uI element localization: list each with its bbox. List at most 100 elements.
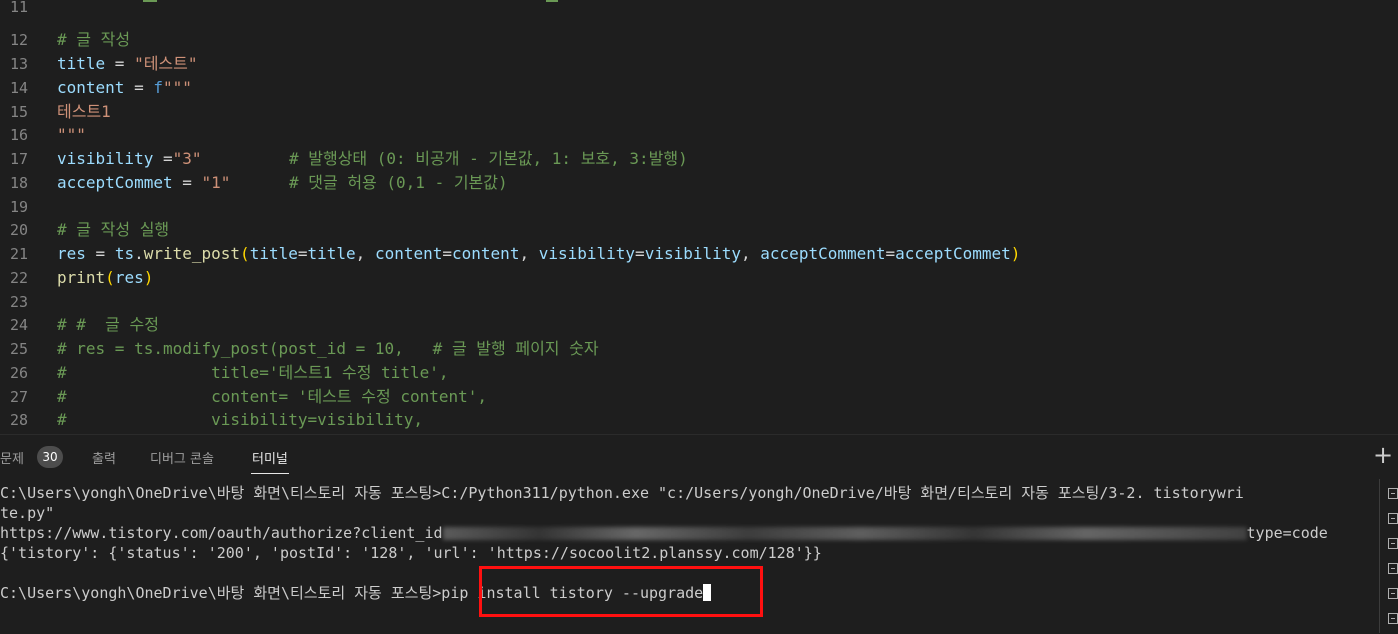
operator-token: = [297,244,308,263]
code-line-24: # # 글 수정 [57,315,159,334]
tab-problems[interactable]: 문제 [0,448,24,467]
code-editor[interactable]: 11 12 13 14 15 16 17 18 19 20 21 22 23 2… [0,0,1398,434]
terminal-prompt: C:\Users\yongh\OneDrive\바탕 화면\티스토리 자동 포스… [0,584,433,602]
function-token: print [57,268,106,287]
terminal-instance-icon[interactable] [1388,513,1398,524]
fstring-prefix-token: f [153,78,163,97]
line-number: 14 [9,79,28,97]
terminal-instance-icon[interactable] [1388,588,1398,599]
string-token: "3" [172,149,202,168]
paren-token: ( [105,268,115,287]
code-line-15: 테스트1 [57,102,111,121]
code-comment-18: # 댓글 허용 (0,1 - 기본값) [289,173,508,192]
code-line-21: res = ts.write_post(title=title, content… [57,242,1020,266]
variable-token: content [57,78,125,97]
line-number: 21 [9,245,28,263]
line-number: 12 [9,31,28,49]
terminal-output-line: https://www.tistory.com/oauth/authorize?… [0,523,1328,543]
tab-terminal[interactable]: 터미널 [251,448,289,474]
line-number: 17 [9,150,28,168]
variable-token: res [114,268,144,287]
code-line-20: # 글 작성 실행 [57,220,170,239]
string-token: "테스트" [134,54,198,73]
annotation-highlight-box [479,566,763,617]
code-line-28: # visibility=visibility, [57,410,424,429]
variable-token: title [57,54,106,73]
param-token: content [374,244,443,263]
code-line-22: print(res) [57,266,153,290]
redacted-client-id [442,527,1247,540]
variable-token: acceptCommet [895,244,1011,263]
code-line-12: # 글 작성 [57,30,131,49]
param-token: visibility [538,244,636,263]
auth-url-suffix: type=code [1246,524,1328,542]
variable-token: visibility [57,149,154,168]
string-token: "1" [201,173,231,192]
operator-token: = [153,149,173,168]
operator-token: , [741,244,761,263]
line-number: 22 [9,269,28,287]
code-line-14: content = f""" [57,76,192,100]
variable-token: content [452,244,520,263]
terminal-list-strip [1379,479,1398,633]
result-suffix: https://socoolit2.planssy.com/128'}} [496,544,822,562]
terminal-instance-icon[interactable] [1388,613,1398,624]
operator-token: = [105,54,135,73]
result-prefix: {'tistory': {'status': '200', 'postId': … [0,544,497,562]
line-number: 20 [9,221,28,239]
code-line-25: # res = ts.modify_post(post_id = 10, # 글… [57,339,599,358]
variable-token: ts [114,244,135,263]
operator-token: = [172,173,202,192]
line-number: 19 [9,198,28,216]
line-number: 16 [9,126,28,144]
line-number: 11 [9,0,28,16]
operator-token: , [519,244,539,263]
line-number: 18 [9,174,28,192]
terminal-output-line: te.py" [0,504,55,522]
code-line-18: acceptCommet = "1" [57,171,230,195]
string-token: """ [162,78,192,97]
line-number: 23 [9,293,28,311]
line-number: 24 [9,316,28,334]
param-token: title [249,244,298,263]
tab-debug-console[interactable]: 디버그 콘솔 [150,448,214,467]
variable-token: acceptCommet [57,173,173,192]
param-token: acceptComment [760,244,886,263]
variable-token: title [307,244,356,263]
code-line-13: title = "테스트" [57,52,198,76]
code-line-27: # content= '테스트 수정 content', [57,387,488,406]
line-number: 28 [9,411,28,429]
operator-token: = [635,244,645,263]
terminal-output-line: {'tistory': {'status': '200', 'postId': … [0,543,822,563]
terminal-instance-icon[interactable] [1388,488,1398,499]
terminal-output-line: C:\Users\yongh\OneDrive\바탕 화면\티스토리 자동 포스… [0,484,1244,502]
line-number: 25 [9,340,28,358]
paren-token: ) [143,268,154,287]
code-comment-17: # 발행상태 (0: 비공개 - 기본값, 1: 보호, 3:발행) [289,149,688,168]
operator-token: = [124,78,154,97]
scrolled-line-fragment [143,0,157,2]
tab-output[interactable]: 출력 [92,448,116,467]
paren-token: ( [240,244,250,263]
scrolled-line-fragment [546,0,558,2]
new-terminal-plus-icon[interactable]: + [1373,443,1393,467]
operator-token: = [442,244,453,263]
terminal-instance-icon[interactable] [1388,563,1398,574]
code-line-17: visibility ="3" [57,147,202,171]
line-number: 27 [9,388,28,406]
paren-token: ) [1010,244,1021,263]
line-number: 15 [9,103,28,121]
terminal-instance-icon[interactable] [1388,538,1398,549]
problems-count-badge: 30 [37,446,63,468]
operator-token: , [355,244,375,263]
auth-url-prefix: https://www.tistory.com/oauth/authorize?… [0,524,443,542]
function-token: write_post [143,244,241,263]
code-line-26: # title='테스트1 수정 title', [57,363,449,382]
code-line-16: """ [57,125,86,144]
line-number: 13 [9,55,28,73]
line-number: 26 [9,364,28,382]
variable-token: visibility [644,244,742,263]
operator-token: = [85,244,115,263]
variable-token: res [57,244,86,263]
operator-token: . [134,244,144,263]
